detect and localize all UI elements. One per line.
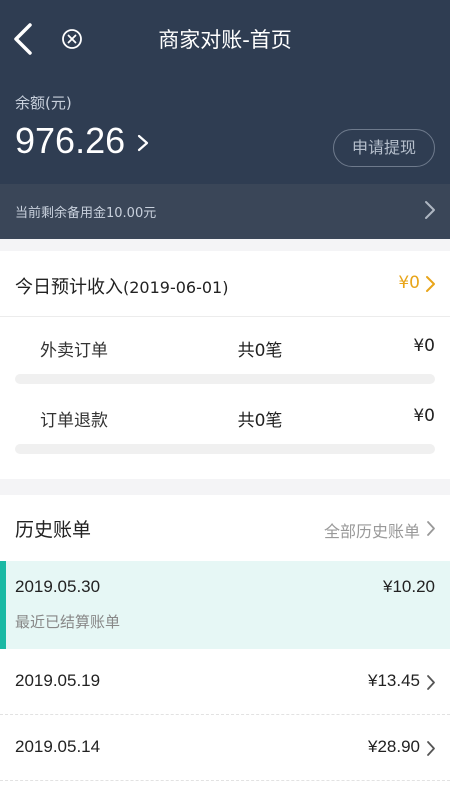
takeout-orders-label: 外卖订单 (40, 341, 108, 361)
reserve-fund-text: 当前剩余备用金10.00元 (15, 206, 157, 221)
bill-item[interactable]: 2019.05.19 ¥13.45 (0, 649, 450, 713)
reserve-fund-row[interactable]: 当前剩余备用金10.00元 (0, 184, 450, 239)
today-income-label: 今日预计收入 (15, 277, 123, 298)
balance-label: 余额(元) (15, 94, 72, 112)
selection-accent (0, 561, 6, 649)
takeout-orders-amount: ¥0 (413, 336, 435, 356)
bill-item[interactable]: 2019.05.14 ¥28.90 (0, 715, 450, 779)
balance-panel: 余额(元) 976.26 申请提现 (0, 72, 450, 184)
chevron-right-icon[interactable] (425, 275, 436, 293)
divider (0, 780, 450, 781)
bill-item[interactable]: 2019.05.30 ¥10.20 最近已结算账单 (0, 561, 450, 649)
bill-amount: ¥28.90 (368, 737, 420, 756)
refund-orders-bar (15, 444, 435, 454)
page-title: 商家对账-首页 (158, 28, 292, 52)
refund-orders-amount: ¥0 (413, 406, 435, 426)
chevron-right-icon (427, 741, 435, 756)
chevron-right-icon[interactable] (137, 134, 149, 152)
chevron-right-icon (427, 675, 435, 690)
takeout-orders-bar (15, 374, 435, 384)
withdraw-button[interactable]: 申请提现 (333, 129, 435, 167)
all-history-bills-link[interactable]: 全部历史账单 (250, 518, 420, 542)
bill-amount: ¥13.45 (368, 671, 420, 690)
today-income-title[interactable]: 今日预计收入(2019-06-01) (15, 273, 228, 299)
chevron-right-icon[interactable] (424, 200, 436, 220)
refund-orders-label: 订单退款 (40, 411, 108, 431)
navigation-bar: 商家对账-首页 (0, 0, 450, 72)
balance-amount[interactable]: 976.26 (15, 120, 125, 162)
bill-subtitle: 最近已结算账单 (15, 613, 121, 631)
divider (0, 316, 450, 317)
takeout-orders-count: 共0笔 (237, 341, 283, 361)
history-bills-title: 历史账单 (15, 519, 92, 541)
bill-amount: ¥10.20 (383, 577, 435, 596)
bill-date: 2019.05.14 (15, 737, 101, 756)
chevron-right-icon[interactable] (426, 520, 436, 537)
today-income-amount[interactable]: ¥0 (378, 273, 420, 293)
today-income-date: (2019-06-01) (123, 278, 229, 297)
refund-orders-count: 共0笔 (237, 411, 283, 431)
bill-date: 2019.05.30 (15, 577, 101, 596)
today-income-card: 今日预计收入(2019-06-01) ¥0 外卖订单 共0笔 ¥0 订单退款 共… (0, 251, 450, 479)
bill-date: 2019.05.19 (15, 671, 101, 690)
history-bills-card: 历史账单 全部历史账单 2019.05.30 ¥10.20 最近已结算账单 20… (0, 495, 450, 800)
